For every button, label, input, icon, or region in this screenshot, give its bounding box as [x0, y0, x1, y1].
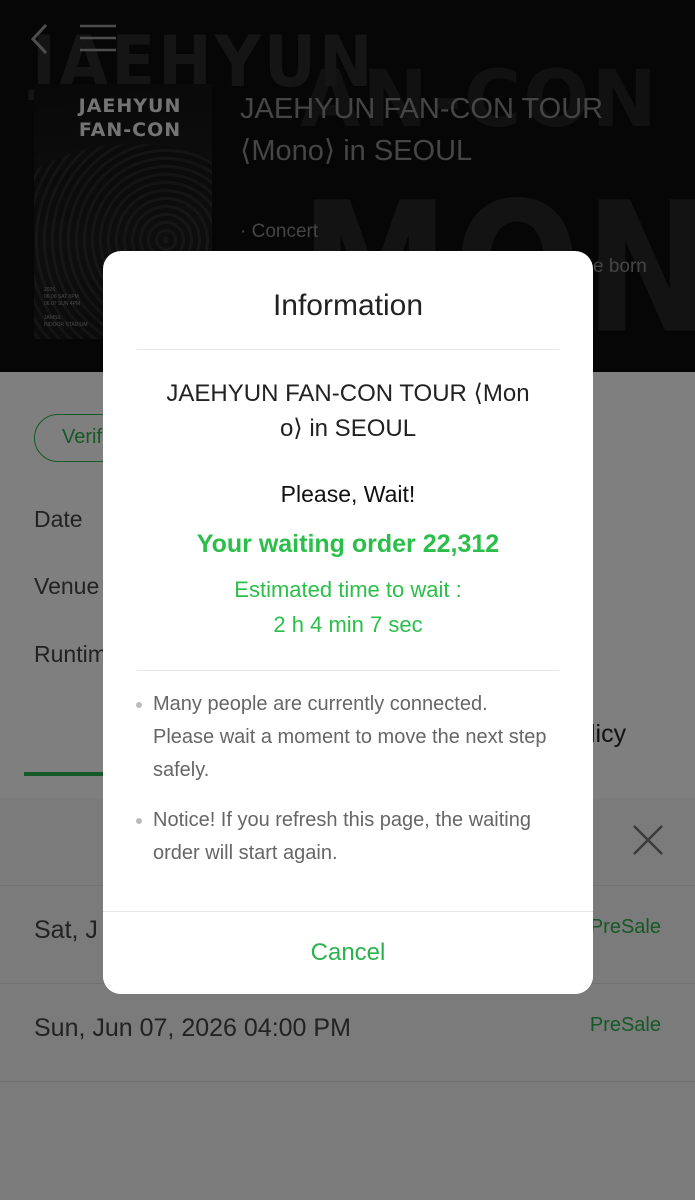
- notice-item: Many people are currently connected. Ple…: [136, 688, 553, 787]
- dialog-event-name: JAEHYUN FAN-CON TOUR ⟨Mon o⟩ in SEOUL: [143, 376, 553, 446]
- dialog-event-name-line2: o⟩ in SEOUL: [279, 415, 417, 442]
- estimated-time-value: 2 h 4 min 7 sec: [273, 612, 423, 637]
- dialog-event-name-line1: JAEHYUN FAN-CON TOUR ⟨Mon: [166, 380, 530, 407]
- notice-item: Notice! If you refresh this page, the wa…: [136, 804, 553, 870]
- estimated-time-label: Estimated time to wait :: [234, 577, 462, 602]
- divider: [137, 670, 559, 671]
- divider: [137, 349, 559, 350]
- bullet-icon: [136, 818, 142, 824]
- notice-text: Many people are currently connected. Ple…: [153, 693, 547, 781]
- notice-text: Notice! If you refresh this page, the wa…: [153, 809, 531, 864]
- waiting-queue-dialog: Information JAEHYUN FAN-CON TOUR ⟨Mon o⟩…: [103, 251, 593, 994]
- cancel-button[interactable]: Cancel: [103, 912, 593, 994]
- dialog-title: Information: [272, 289, 424, 322]
- waiting-order: Your waiting order 22,312: [196, 530, 500, 558]
- bullet-icon: [136, 702, 142, 708]
- wait-message: Please, Wait!: [280, 481, 416, 507]
